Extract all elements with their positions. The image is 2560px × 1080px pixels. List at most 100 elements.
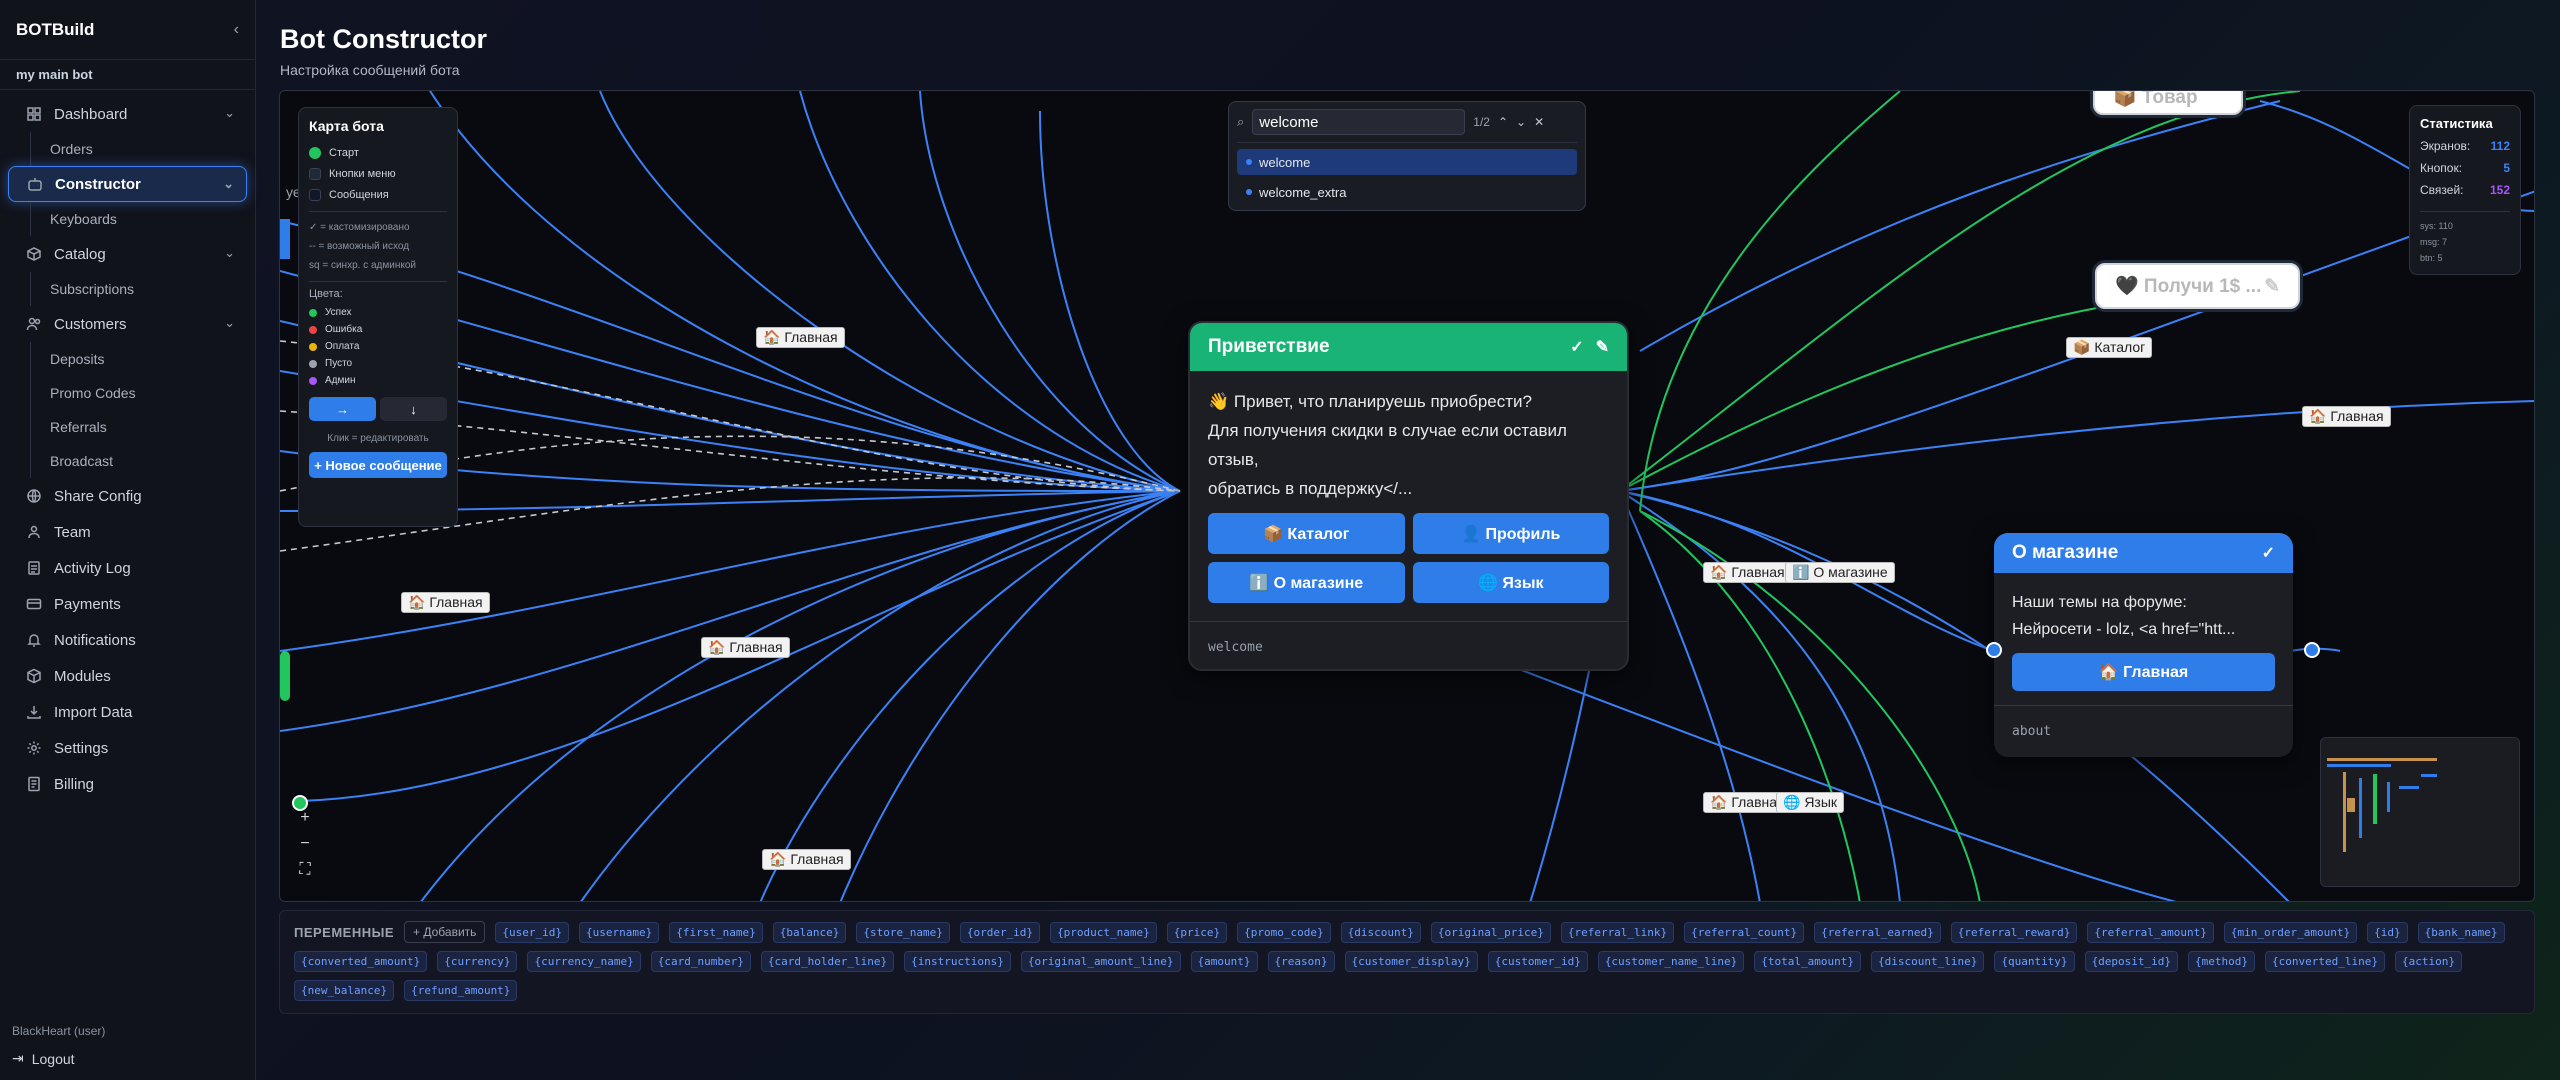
variable-chip[interactable]: {discount_line} [1870,951,1985,972]
check-icon[interactable]: ✓ [1570,337,1583,357]
sidebar-item-notifications[interactable]: Notifications [8,622,247,658]
check-icon[interactable]: ✓ [2262,543,2275,563]
welcome-node[interactable]: Приветствие ✓ ✎ 👋 Привет, что планируешь … [1188,321,1629,671]
variable-chip[interactable]: {username} [579,921,660,943]
sidebar-item-settings[interactable]: Settings [8,730,247,766]
gift-node[interactable]: 🖤 Получи 1$ ... ✎ [2095,263,2300,309]
zoom-out-icon[interactable]: − [294,835,316,853]
variable-chip[interactable]: {refund_amount} [404,980,518,1001]
about-button[interactable]: ℹ️ О магазине [1208,562,1405,603]
variable-chip[interactable]: {original_amount_line} [1020,951,1181,972]
variable-chip[interactable]: {amount} [1190,951,1258,972]
variable-chip[interactable]: {promo_code} [1237,921,1331,943]
direction-down-button[interactable]: ↓ [380,397,447,421]
edge [1039,110,1181,492]
variable-chip[interactable]: {id} [2367,921,2408,943]
sidebar-subitem-promo-codes[interactable]: Promo Codes [0,376,255,410]
variable-chip[interactable]: {referral_count} [1684,921,1805,943]
offscreen-node-edge[interactable] [280,219,290,259]
variable-chip[interactable]: {price} [1166,921,1228,943]
language-button[interactable]: 🌐 Язык [1412,562,1609,603]
sidebar-item-billing[interactable]: Billing [8,766,247,802]
zoom-in-icon[interactable]: + [294,809,316,827]
sidebar-subitem-orders[interactable]: Orders [0,132,255,166]
start-port[interactable] [292,795,308,811]
variable-chip[interactable]: {quantity} [1994,951,2075,972]
minimap-node [2343,772,2346,852]
sidebar-item-payments[interactable]: Payments [8,586,247,622]
variable-chip[interactable]: {user_id} [495,921,570,943]
start-node-edge[interactable] [280,651,290,701]
variable-chip[interactable]: {first_name} [669,921,763,943]
variable-chip[interactable]: {method} [2188,951,2256,972]
catalog-button[interactable]: 📦 Каталог [1208,513,1405,554]
variable-chip[interactable]: {deposit_id} [2084,951,2179,972]
variable-chip[interactable]: {instructions} [904,951,1011,972]
variable-chip[interactable]: {total_amount} [1754,951,1861,972]
sidebar-item-team[interactable]: Team [8,514,247,550]
variable-chip[interactable]: {converted_line} [2265,951,2385,972]
variable-chip[interactable]: {store_name} [856,921,950,943]
fit-view-icon[interactable]: ⛶ [294,861,316,879]
pencil-icon[interactable]: ✎ [2264,275,2280,298]
variable-chip[interactable]: {referral_reward} [1950,921,2078,943]
sidebar-item-customers[interactable]: Customers ⌄ [8,306,247,342]
variable-chip[interactable]: {customer_display} [1344,951,1478,972]
edge [1619,400,2534,492]
variable-chip[interactable]: {discount} [1340,921,1421,943]
sidebar-item-activity-log[interactable]: Activity Log [8,550,247,586]
variable-chip[interactable]: {product_name} [1050,921,1157,943]
about-input-port[interactable] [1986,642,2002,658]
variable-chip[interactable]: {referral_earned} [1814,921,1941,943]
about-output-port[interactable] [2304,642,2320,658]
minimap[interactable] [2320,737,2520,887]
variable-chip[interactable]: {min_order_amount} [2223,921,2358,943]
variable-chip[interactable]: {card_holder_line} [760,951,895,972]
sidebar-item-dashboard[interactable]: Dashboard ⌄ [8,96,247,132]
sidebar-item-modules[interactable]: Modules [8,658,247,694]
variable-chip[interactable]: {new_balance} [294,980,395,1001]
sidebar-subitem-deposits[interactable]: Deposits [0,342,255,376]
sidebar-subitem-referrals[interactable]: Referrals [0,410,255,444]
variable-chip[interactable]: {referral_amount} [2087,921,2214,943]
tovar-node[interactable]: 📦 Товар [2093,91,2243,115]
sidebar-item-constructor[interactable]: Constructor ⌄ [8,166,247,202]
project-name[interactable]: my main bot [0,60,255,90]
direction-right-button[interactable]: → [309,397,376,421]
variable-chip[interactable]: {customer_id} [1487,951,1588,972]
profile-button[interactable]: 👤 Профиль [1412,513,1609,554]
sidebar-item-catalog[interactable]: Catalog ⌄ [8,236,247,272]
variable-chip[interactable]: {original_price} [1430,921,1551,943]
variable-chip[interactable]: {currency} [437,951,518,972]
main-button[interactable]: 🏠 Главная [2012,653,2275,691]
variable-chip[interactable]: {customer_name_line} [1597,951,1745,972]
sidebar-item-import-data[interactable]: Import Data [8,694,247,730]
add-variable-button[interactable]: + Добавить [404,921,486,943]
variable-chip[interactable]: {converted_amount} [294,951,428,972]
chevron-left-icon[interactable]: ‹ [234,21,239,39]
flow-canvas[interactable]: 🏠 Главная 🏠 Главная 🏠 Главная 🏠 Главная … [279,90,2535,902]
sidebar-item-label: Payments [54,595,121,613]
sidebar-subitem-subscriptions[interactable]: Subscriptions [0,272,255,306]
pencil-icon[interactable]: ✎ [1596,337,1609,357]
variable-chip[interactable]: {currency_name} [527,951,641,972]
search-input[interactable] [1252,109,1466,135]
chevron-down-icon[interactable]: ⌄ [1516,115,1526,129]
variable-chip[interactable]: {referral_link} [1560,921,1675,943]
search-result[interactable]: welcome_extra [1237,179,1577,205]
about-node[interactable]: О магазине ✓ Наши темы на форуме: Нейрос… [1994,533,2293,757]
variable-chip[interactable]: {bank_name} [2417,921,2505,943]
variable-chip[interactable]: {action} [2395,951,2462,972]
variable-chip[interactable]: {reason} [1267,951,1335,972]
variable-chip[interactable]: {card_number} [650,951,751,972]
chevron-up-icon[interactable]: ⌃ [1498,115,1508,129]
search-result[interactable]: welcome [1237,149,1577,175]
variable-chip[interactable]: {balance} [772,921,847,943]
close-icon[interactable]: ✕ [1534,115,1544,129]
sidebar-item-share-config[interactable]: Share Config [8,478,247,514]
variable-chip[interactable]: {order_id} [959,921,1041,943]
logout-button[interactable]: ⇥ Logout [12,1050,75,1067]
sidebar-subitem-keyboards[interactable]: Keyboards [0,202,255,236]
new-message-button[interactable]: + Новое сообщение [309,452,447,478]
sidebar-subitem-broadcast[interactable]: Broadcast [0,444,255,478]
